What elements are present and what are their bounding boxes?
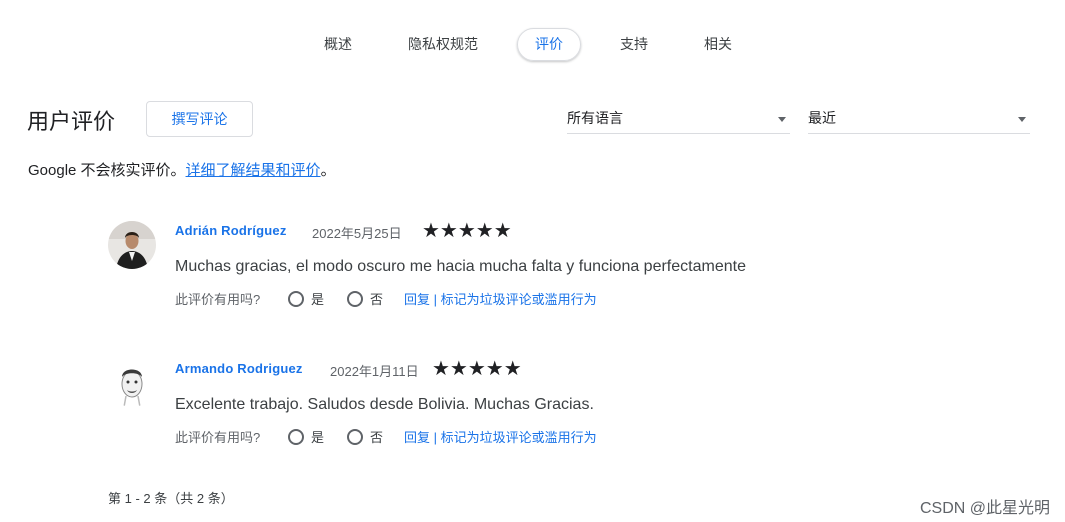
disclaimer-suffix: 。 [320, 162, 336, 179]
helpful-prompt: 此评价有用吗? [175, 430, 261, 445]
tab-reviews[interactable]: 评价 [517, 28, 581, 61]
helpful-yes-radio[interactable] [288, 291, 304, 307]
write-review-button[interactable]: 撰写评论 [146, 101, 253, 137]
tab-overview[interactable]: 概述 [316, 28, 360, 61]
page-title: 用户评价 [27, 109, 116, 134]
avatar [108, 359, 156, 407]
reply-link[interactable]: 回复 [404, 292, 430, 307]
tab-bar: 概述 隐私权规范 评价 支持 相关 [0, 28, 1065, 62]
tab-support[interactable]: 支持 [612, 28, 656, 61]
star-rating: ★★★★★ [422, 220, 512, 242]
review-actions: 回复 | 标记为垃圾评论或滥用行为 [404, 427, 597, 446]
watermark: CSDN @此星光明 [919, 500, 1050, 517]
review-author[interactable]: Adrián Rodríguez [175, 223, 287, 238]
language-select-value: 所有语言 [567, 110, 623, 126]
helpful-yes-radio[interactable] [288, 429, 304, 445]
report-link[interactable]: 标记为垃圾评论或滥用行为 [441, 292, 597, 307]
disclaimer: Google 不会核实评价。详细了解结果和评价。 [28, 159, 336, 180]
helpful-no-label: 否 [370, 292, 384, 307]
disclaimer-text: Google 不会核实评价。 [28, 162, 186, 179]
helpful-no-radio[interactable] [347, 429, 363, 445]
review-date: 2022年5月25日 [312, 226, 402, 241]
chevron-down-icon [1018, 117, 1026, 122]
review-author[interactable]: Armando Rodriguez [175, 361, 303, 376]
separator: | [433, 430, 438, 445]
sort-select[interactable]: 最近 [808, 104, 1030, 134]
helpful-no-radio[interactable] [347, 291, 363, 307]
helpful-yes-label: 是 [311, 292, 325, 307]
chevron-down-icon [778, 117, 786, 122]
helpful-yes-label: 是 [311, 430, 325, 445]
review-date: 2022年1月11日 [330, 364, 419, 379]
helpful-no-label: 否 [370, 430, 384, 445]
tab-privacy[interactable]: 隐私权规范 [402, 28, 484, 61]
learn-more-link[interactable]: 详细了解结果和评价 [186, 162, 321, 179]
separator: | [433, 292, 438, 307]
review-text: Muchas gracias, el modo oscuro me hacia … [175, 258, 746, 275]
helpful-prompt: 此评价有用吗? [175, 292, 261, 307]
language-select[interactable]: 所有语言 [567, 104, 790, 134]
review-text: Excelente trabajo. Saludos desde Bolivia… [175, 396, 594, 413]
star-rating: ★★★★★ [432, 358, 522, 380]
report-link[interactable]: 标记为垃圾评论或滥用行为 [441, 430, 597, 445]
review-actions: 回复 | 标记为垃圾评论或滥用行为 [404, 289, 597, 308]
tab-related[interactable]: 相关 [696, 28, 740, 61]
avatar [108, 221, 156, 269]
pagination-info: 第 1 - 2 条（共 2 条） [108, 491, 234, 506]
sort-select-value: 最近 [808, 110, 836, 126]
reply-link[interactable]: 回复 [404, 430, 430, 445]
